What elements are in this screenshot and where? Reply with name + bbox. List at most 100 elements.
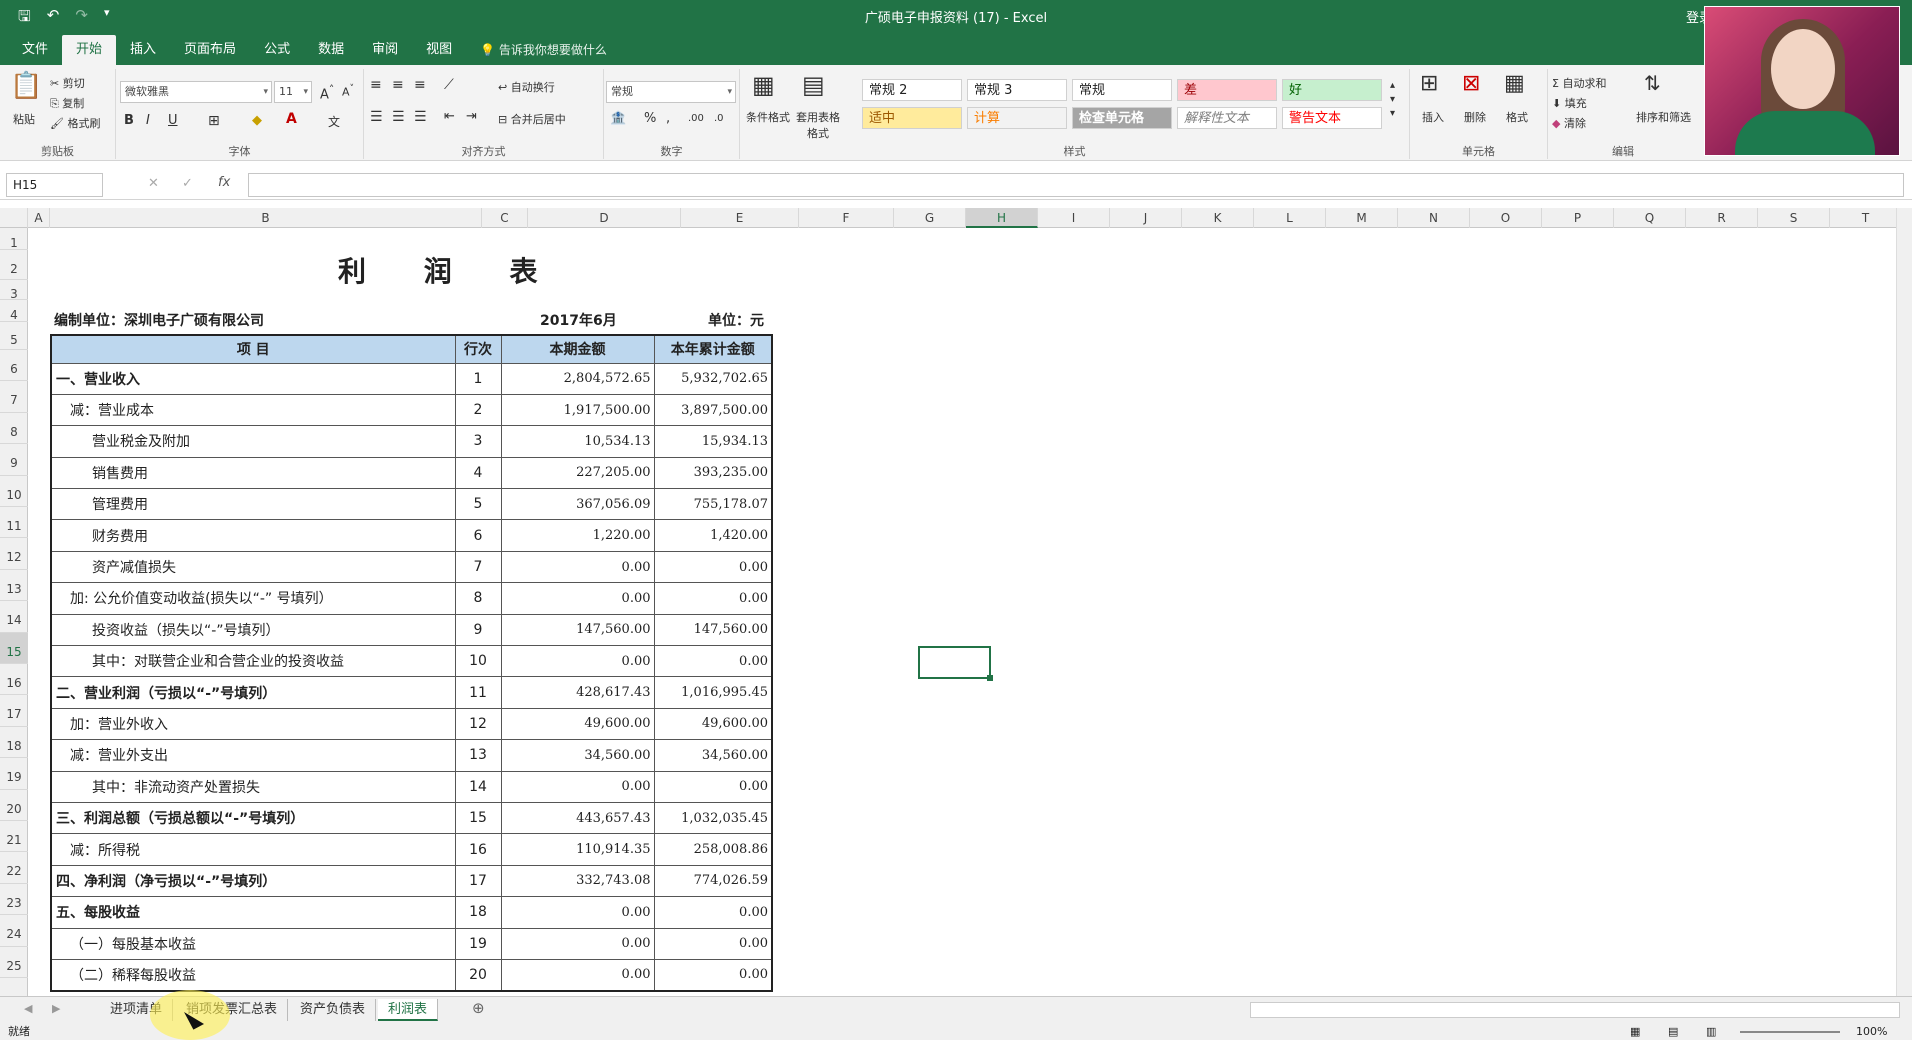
style-bad[interactable]: 差 xyxy=(1177,79,1277,101)
delete-cells-icon[interactable]: ⊠ xyxy=(1462,71,1480,96)
cut-button[interactable]: ✂ 剪切 xyxy=(50,75,85,91)
row-header-4[interactable]: 4 xyxy=(0,300,28,322)
normal-view-icon[interactable]: ▦ xyxy=(1630,1024,1640,1040)
row-item[interactable]: 二、营业利润（亏损以“-”号填列） xyxy=(50,676,456,709)
row-current-amount[interactable]: 0.00 xyxy=(500,582,655,615)
row-item[interactable]: 减：营业成本 xyxy=(50,393,456,427)
row-current-amount[interactable]: 110,914.35 xyxy=(500,833,655,866)
row-item[interactable]: 减：所得税 xyxy=(50,833,456,866)
row-item[interactable]: 投资收益（损失以“-”号填列） xyxy=(50,613,456,647)
row-line-no[interactable]: 6 xyxy=(454,519,502,552)
row-ytd-amount[interactable]: 15,934.13 xyxy=(653,425,773,458)
row-current-amount[interactable]: 1,917,500.00 xyxy=(500,393,655,427)
style-normal[interactable]: 常规 xyxy=(1072,79,1172,101)
prev-sheet-icon[interactable]: ◀ xyxy=(24,1002,32,1015)
row-current-amount[interactable]: 2,804,572.65 xyxy=(500,362,655,395)
row-ytd-amount[interactable]: 0.00 xyxy=(653,958,773,992)
copy-button[interactable]: ⎘ 复制 xyxy=(50,95,84,111)
number-format-select[interactable]: 常规 xyxy=(606,81,736,103)
formula-input[interactable] xyxy=(248,173,1904,197)
zoom-level[interactable]: 100% xyxy=(1856,1024,1887,1040)
row-header-15[interactable]: 15 xyxy=(0,632,28,664)
column-header-d[interactable]: D xyxy=(528,208,681,228)
conditional-format-icon[interactable]: ▦ xyxy=(752,71,775,99)
row-line-no[interactable]: 5 xyxy=(454,488,502,521)
style-good[interactable]: 好 xyxy=(1282,79,1382,101)
row-header-25[interactable]: 25 xyxy=(0,947,28,978)
row-item[interactable]: 加：营业外收入 xyxy=(50,707,456,741)
row-item[interactable]: （一）每股基本收益 xyxy=(50,927,456,960)
header-item[interactable]: 项 目 xyxy=(50,334,456,364)
row-ytd-amount[interactable]: 0.00 xyxy=(653,550,773,584)
tab-review[interactable]: 审阅 xyxy=(358,35,412,65)
row-header-8[interactable]: 8 xyxy=(0,413,28,445)
row-item[interactable]: 销售费用 xyxy=(50,456,456,490)
column-header-k[interactable]: K xyxy=(1182,208,1254,228)
row-header-7[interactable]: 7 xyxy=(0,381,28,413)
row-current-amount[interactable]: 0.00 xyxy=(500,927,655,960)
row-line-no[interactable]: 9 xyxy=(454,613,502,647)
row-header-10[interactable]: 10 xyxy=(0,476,28,507)
column-header-c[interactable]: C xyxy=(482,208,528,228)
select-all-corner[interactable] xyxy=(0,208,28,228)
bold-button[interactable]: B xyxy=(124,113,134,128)
row-ytd-amount[interactable]: 0.00 xyxy=(653,645,773,678)
row-line-no[interactable]: 12 xyxy=(454,707,502,741)
row-header-11[interactable]: 11 xyxy=(0,507,28,539)
row-item[interactable]: 五、每股收益 xyxy=(50,896,456,929)
row-line-no[interactable]: 11 xyxy=(454,676,502,709)
row-current-amount[interactable]: 367,056.09 xyxy=(500,488,655,521)
row-item[interactable]: 管理费用 xyxy=(50,488,456,521)
zoom-slider[interactable] xyxy=(1740,1031,1840,1033)
tab-formulas[interactable]: 公式 xyxy=(250,35,304,65)
column-header-g[interactable]: G xyxy=(894,208,966,228)
conditional-format-button[interactable]: 条件格式 xyxy=(746,109,790,125)
percent-button[interactable]: % xyxy=(644,111,656,126)
row-current-amount[interactable]: 1,220.00 xyxy=(500,519,655,552)
row-ytd-amount[interactable]: 34,560.00 xyxy=(653,739,773,772)
italic-button[interactable]: I xyxy=(146,113,150,128)
column-header-l[interactable]: L xyxy=(1254,208,1326,228)
horizontal-scrollbar[interactable] xyxy=(1250,1002,1900,1018)
tab-data[interactable]: 数据 xyxy=(304,35,358,65)
comma-button[interactable]: , xyxy=(666,111,670,126)
row-line-no[interactable]: 15 xyxy=(454,801,502,835)
styles-scroll-icon[interactable]: ▴ ▾ ▾ xyxy=(1390,79,1395,121)
increase-indent-icon[interactable]: ⇥ xyxy=(466,109,477,124)
row-header-3[interactable]: 3 xyxy=(0,280,28,301)
row-header-23[interactable]: 23 xyxy=(0,884,28,916)
row-ytd-amount[interactable]: 0.00 xyxy=(653,770,773,803)
row-current-amount[interactable]: 332,743.08 xyxy=(500,864,655,898)
column-header-a[interactable]: A xyxy=(28,208,50,228)
delete-cells-button[interactable]: 删除 xyxy=(1464,109,1486,125)
sort-filter-icon[interactable]: ⇅ xyxy=(1644,71,1661,95)
sheet-tab-balance-sheet[interactable]: 资产负债表 xyxy=(290,999,377,1021)
clear-button[interactable]: ◆ 清除 xyxy=(1552,115,1586,131)
paste-icon[interactable]: 📋 xyxy=(10,71,42,101)
row-ytd-amount[interactable]: 755,178.07 xyxy=(653,488,773,521)
row-header-5[interactable]: 5 xyxy=(0,322,28,350)
row-ytd-amount[interactable]: 3,897,500.00 xyxy=(653,393,773,427)
style-calculation[interactable]: 计算 xyxy=(967,107,1067,129)
vertical-scrollbar[interactable] xyxy=(1896,208,1912,996)
column-header-o[interactable]: O xyxy=(1470,208,1542,228)
align-middle-icon[interactable]: ≡ xyxy=(392,77,404,93)
style-warning[interactable]: 警告文本 xyxy=(1282,107,1382,129)
accounting-icon[interactable]: 🏦 xyxy=(610,111,626,126)
format-cells-icon[interactable]: ▦ xyxy=(1504,71,1525,96)
style-normal-3[interactable]: 常规 3 xyxy=(967,79,1067,101)
underline-button[interactable]: U xyxy=(168,113,178,128)
name-box[interactable]: H15 xyxy=(6,173,103,197)
column-header-q[interactable]: Q xyxy=(1614,208,1686,228)
row-header-9[interactable]: 9 xyxy=(0,444,28,476)
row-header-18[interactable]: 18 xyxy=(0,727,28,759)
row-current-amount[interactable]: 10,534.13 xyxy=(500,425,655,458)
row-item[interactable]: 财务费用 xyxy=(50,519,456,552)
row-item[interactable]: （二）稀释每股收益 xyxy=(50,958,456,992)
header-line-no[interactable]: 行次 xyxy=(454,334,502,364)
row-current-amount[interactable]: 428,617.43 xyxy=(500,676,655,709)
row-header-19[interactable]: 19 xyxy=(0,758,28,790)
format-painter-button[interactable]: 🖌 格式刷 xyxy=(50,115,100,131)
row-item[interactable]: 三、利润总额（亏损总额以“-”号填列） xyxy=(50,801,456,835)
page-break-icon[interactable]: ▥ xyxy=(1706,1024,1716,1040)
